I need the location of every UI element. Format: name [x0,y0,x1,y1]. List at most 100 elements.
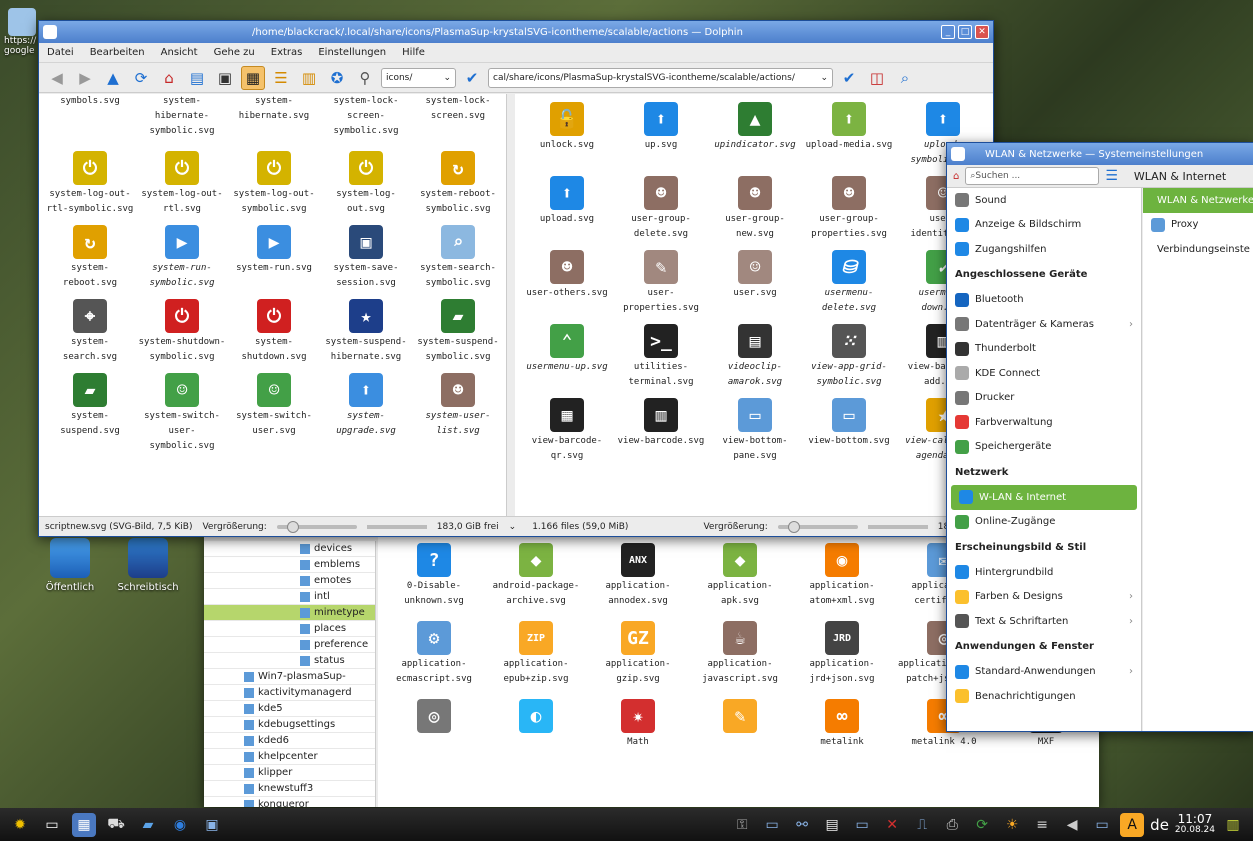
notes-icon[interactable]: ▥ [1221,813,1245,837]
settings-category-item[interactable]: Anzeige & Bildschirm [947,213,1141,238]
file-item[interactable]: GZ application-gzip.svg [588,617,688,687]
checkmark-icon[interactable]: ✔ [837,66,861,90]
network-icon[interactable]: ⚯ [790,813,814,837]
tree-item[interactable]: Win7-plasmaSup- [204,669,375,685]
tree-item[interactable]: kde5 [204,701,375,717]
clock[interactable]: 11:07 20.08.24 [1175,813,1215,836]
file-item[interactable]: system-hibernate-symbolic.svg [137,94,227,139]
file-item[interactable]: ☻ user-others.svg [521,246,613,316]
settings-subpage-item[interactable]: Verbindungseinste [1143,237,1253,262]
menu-item[interactable]: Bearbeiten [82,47,153,58]
file-item[interactable]: ⬆ up.svg [615,98,707,168]
usb-icon[interactable]: ⎍ [910,813,934,837]
tree-item[interactable]: devices [204,541,375,557]
file-item[interactable]: ANX application-annodex.svg [588,539,688,609]
file-manager-icon[interactable]: ▰ [136,813,160,837]
pane-divider[interactable] [507,94,515,516]
file-item[interactable]: ZIP application-epub+zip.svg [486,617,586,687]
file-item[interactable]: ⏻ system-log-out-rtl.svg [137,147,227,217]
file-item[interactable]: ⚙ application-ecmascript.svg [384,617,484,687]
system-settings-window[interactable]: WLAN & Netzwerke — Systemeinstellungen ⌂… [946,142,1253,732]
file-item[interactable]: ⌖ system-search.svg [45,295,135,365]
file-item[interactable]: ⛁ usermenu-delete.svg [803,246,895,316]
file-item[interactable]: ? 0-Disable-unknown.svg [384,539,484,609]
settings-category-item[interactable]: Farbverwaltung [947,410,1141,435]
right-address-bar[interactable]: cal/share/icons/PlasmaSup-krystalSVG-ico… [488,67,833,88]
maximize-button[interactable]: □ [958,25,972,39]
file-item[interactable]: ☺ user.svg [709,246,801,316]
close-button[interactable]: ✕ [975,25,989,39]
checkmark-icon[interactable]: ✔ [460,66,484,90]
printer-icon[interactable]: ⎙ [940,813,964,837]
file-item[interactable]: ✎ user-properties.svg [615,246,707,316]
file-item[interactable]: ☻ user-group-properties.svg [803,172,895,242]
settings-subpage-list[interactable]: WLAN & Netzwerke Proxy Verbindungseinste [1143,188,1253,731]
file-item[interactable]: ◆ application-apk.svg [690,539,790,609]
file-item[interactable]: ⁙ view-app-grid-symbolic.svg [803,320,895,390]
file-item[interactable]: ☺ system-switch-user.svg [229,369,319,454]
tree-item[interactable]: kdebugsettings [204,717,375,733]
tree-item[interactable]: kded6 [204,733,375,749]
file-item[interactable]: ∞ metalink [792,695,892,750]
tree-item[interactable]: knewstuff3 [204,781,375,797]
chevron-down-icon[interactable]: ⌄ [509,522,517,532]
settings-search-input[interactable]: ⌕ Suchen ... [965,167,1100,185]
right-file-pane[interactable]: 🔓 unlock.svg ⬆ up.svg ▲ upindicator.svg ⬆ uploa… [515,94,993,516]
file-item[interactable]: system-hibernate.svg [229,94,319,139]
updates-icon[interactable]: ⟳ [970,813,994,837]
file-item[interactable]: ✎ [690,695,790,750]
dolphin-titlebar[interactable]: /home/blackcrack/.local/share/icons/Plas… [39,21,993,43]
settings-category-item[interactable]: Hintergrundbild [947,560,1141,585]
file-item[interactable]: ▰ system-suspend.svg [45,369,135,454]
up-arrow-icon[interactable]: ▲ [101,66,125,90]
tree-item[interactable]: kactivitymanagerd [204,685,375,701]
settings-category-item[interactable]: Benachrichtigungen [947,684,1141,709]
dropdown-icon[interactable]: ⌄ [820,73,828,83]
minimize-button[interactable]: _ [941,25,955,39]
file-item[interactable]: ★ system-suspend-hibernate.svg [321,295,411,365]
file-item[interactable]: ⏻ system-shutdown-symbolic.svg [137,295,227,365]
settings-category-item[interactable]: Farben & Designs › [947,585,1141,610]
file-item[interactable]: ▥ view-barcode.svg [615,394,707,464]
settings-category-item[interactable]: Online-Zugänge [947,510,1141,535]
tree-item[interactable]: mimetype [204,605,375,621]
settings-category-item[interactable]: Thunderbolt [947,337,1141,362]
back-arrow-icon[interactable]: ◀ [45,66,69,90]
monitor-icon[interactable]: ▭ [760,813,784,837]
settings-category-item[interactable]: KDE Connect [947,361,1141,386]
clipboard-icon[interactable]: ▤ [820,813,844,837]
file-item[interactable]: system-lock-screen.svg [413,94,503,139]
volume-icon[interactable]: ◀ [1060,813,1084,837]
file-item[interactable]: ▰ system-suspend-symbolic.svg [413,295,503,365]
file-item[interactable]: ▭ view-bottom.svg [803,394,895,464]
left-address-bar[interactable]: icons/ ⌄ [381,67,456,88]
settings-titlebar[interactable]: WLAN & Netzwerke — Systemeinstellungen [947,143,1253,165]
bluetooth-off-icon[interactable]: ✕ [880,813,904,837]
tree-item[interactable]: khelpcenter [204,749,375,765]
details-view-icon[interactable]: ▥ [297,66,321,90]
settings-category-item[interactable]: Standard-Anwendungen › [947,660,1141,685]
desktop-browser-shortcut[interactable]: https:// google [4,8,40,56]
keyboard-layout[interactable]: de [1150,816,1169,834]
file-item[interactable]: ▦ view-barcode-qr.svg [521,394,613,464]
file-item[interactable]: ⏻ system-log-out.svg [321,147,411,217]
desktop-icon-public[interactable]: Öffentlich [30,538,110,593]
file-item[interactable]: ◎ [384,695,484,750]
settings-category-item[interactable]: Text & Schriftarten › [947,609,1141,634]
show-desktop-icon[interactable]: ▭ [40,813,64,837]
compass-icon[interactable]: ✪ [325,66,349,90]
file-item[interactable]: ☺ system-switch-user-symbolic.svg [137,369,227,454]
file-item[interactable]: ◆ android-package-archive.svg [486,539,586,609]
dropdown-icon[interactable]: ⌄ [443,73,451,83]
file-item[interactable]: ▤ videoclip-amarok.svg [709,320,801,390]
settings-category-item[interactable]: Datenträger & Kameras › [947,312,1141,337]
right-zoom-slider[interactable] [777,520,858,533]
file-item[interactable]: ⏻ system-shutdown.svg [229,295,319,365]
desktop-icon-desktop[interactable]: Schreibtisch [108,538,188,593]
forward-arrow-icon[interactable]: ▶ [73,66,97,90]
tree-item[interactable]: konqueror [204,797,375,807]
file-item[interactable]: ⏻ system-log-out-symbolic.svg [229,147,319,217]
tree-item[interactable]: preference [204,637,375,653]
screen-icon[interactable]: ▭ [1090,813,1114,837]
display-icon[interactable]: ▭ [850,813,874,837]
